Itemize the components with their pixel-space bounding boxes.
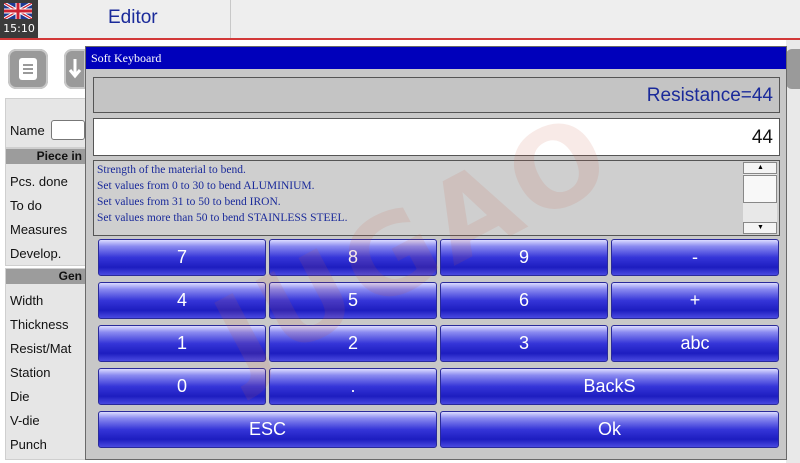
key-8[interactable]: 8 [269,239,437,276]
field-label: Resist/Mat [10,341,72,356]
field-label: To do [10,198,42,213]
field-label: Punch [10,437,47,452]
field-label: V-die [10,413,40,428]
result-display: Resistance=44 [93,77,780,113]
field-label: Station [10,365,51,380]
clock: 15:10 [3,22,35,35]
name-input[interactable] [51,120,85,140]
title-area: Editor [38,0,231,38]
key-0[interactable]: 0 [98,368,266,405]
key-7[interactable]: 7 [98,239,266,276]
esc-button[interactable]: ESC [98,411,437,448]
scroll-up-button[interactable]: ▲ [743,162,777,174]
help-line: Set values more than 50 to bend STAINLES… [97,212,348,224]
scroll-down-icon: ▼ [757,224,764,231]
field-label: Pcs. done [10,174,68,189]
field-label: Develop. [10,246,62,261]
general-section-title: Gen [58,269,82,283]
download-arrow-icon [68,59,82,79]
scroll-thumb[interactable] [743,175,777,203]
field-label: Thickness [10,317,69,332]
language-indicator[interactable]: 15:10 [0,0,38,38]
dialog-title: Soft Keyboard [91,51,162,65]
key-9[interactable]: 9 [440,239,608,276]
piece-section-title: Piece in [36,149,82,163]
help-line: Set values from 0 to 30 to bend ALUMINIU… [97,180,315,192]
scroll-up-icon: ▲ [757,164,764,171]
key-dot[interactable]: . [269,368,437,405]
field-label: Die [10,389,30,404]
right-edge-panel [786,40,800,463]
help-line: Set values from 31 to 50 to bend IRON. [97,196,281,208]
key-6[interactable]: 6 [440,282,608,319]
value-entry-field[interactable]: 44 [93,118,780,156]
result-text: Resistance=44 [646,85,773,106]
scroll-down-button[interactable]: ▼ [743,222,777,234]
help-line: Strength of the material to bend. [97,164,246,176]
key-3[interactable]: 3 [440,325,608,362]
key-1[interactable]: 1 [98,325,266,362]
key-5[interactable]: 5 [269,282,437,319]
key-plus[interactable]: + [611,282,779,319]
ok-button[interactable]: Ok [440,411,779,448]
top-bar-empty-area [230,0,800,38]
soft-keyboard-dialog: Soft Keyboard Resistance=44 44 Strength … [85,46,787,460]
piece-section-header: Piece in [6,149,86,164]
top-bar: 15:10 Editor [0,0,800,40]
download-button[interactable] [64,49,86,89]
right-edge-button[interactable] [786,49,800,89]
general-section-header: Gen [6,269,86,284]
document-button[interactable] [8,49,48,89]
key-2[interactable]: 2 [269,325,437,362]
key-abc[interactable]: abc [611,325,779,362]
page-title: Editor [108,7,158,28]
uk-flag-icon [4,3,32,19]
key-4[interactable]: 4 [98,282,266,319]
dialog-title-bar[interactable]: Soft Keyboard [86,47,786,69]
name-label: Name [10,123,45,138]
field-label: Measures [10,222,68,237]
help-scrollbar[interactable]: ▲ ▼ [743,162,777,234]
help-text-box: Strength of the material to bend. Set va… [93,160,780,236]
backspace-button[interactable]: BackS [440,368,779,405]
entry-value: 44 [751,127,773,148]
document-icon [19,58,37,80]
key-minus[interactable]: - [611,239,779,276]
field-label: Width [10,293,44,308]
